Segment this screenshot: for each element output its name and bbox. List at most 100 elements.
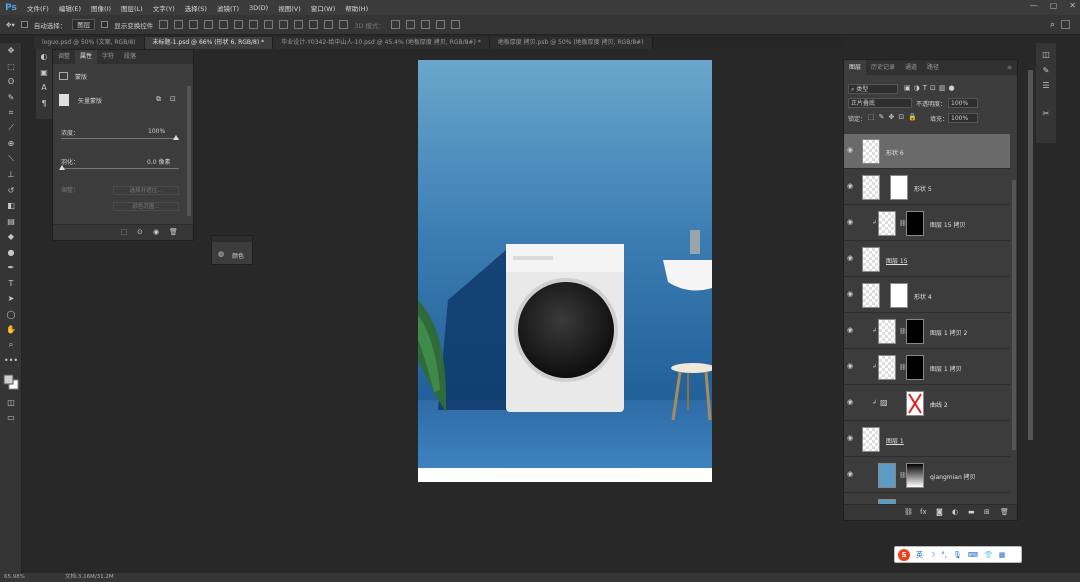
layer-row[interactable]: ◉ ↲ ⛓ 图层 15 拷贝: [844, 206, 1010, 241]
visibility-eye-icon[interactable]: ◉: [847, 470, 855, 478]
fill-input[interactable]: 100%: [948, 113, 978, 123]
color-panel-label[interactable]: 颜色: [232, 251, 244, 260]
density-slider[interactable]: [61, 138, 179, 139]
moon-icon[interactable]: ☽: [929, 551, 935, 559]
document-info[interactable]: 文档:3.16M/31.2M: [65, 573, 114, 582]
toggle-mask-icon[interactable]: ◉: [153, 228, 159, 236]
close-button[interactable]: ✕: [1069, 1, 1076, 10]
quick-mask-icon[interactable]: ◫: [0, 395, 22, 411]
delete-mask-icon[interactable]: 🗑: [169, 228, 178, 236]
align-left-icon[interactable]: [204, 20, 214, 29]
layer-row[interactable]: ◉ ↲ ⛓ 图层 1 拷贝: [844, 350, 1010, 385]
distribute-middle-icon[interactable]: [264, 20, 274, 29]
align-bottom-icon[interactable]: [189, 20, 199, 29]
ime-toolbar[interactable]: S 英 ☽ °, 🎙 ⌨ 👕 ▦: [894, 546, 1022, 563]
more-tools-icon[interactable]: •••: [0, 353, 22, 369]
tab-untitled-1[interactable]: 未标题-1.psd @ 66% (形状 6, RGB/8) *: [144, 37, 274, 49]
shirt-icon[interactable]: 👕: [984, 551, 993, 559]
visibility-eye-icon[interactable]: ◉: [847, 254, 855, 262]
panel-menu-icon[interactable]: ≡: [1002, 60, 1017, 75]
fg-bg-color-icon[interactable]: [3, 373, 19, 391]
gradient-tool-icon[interactable]: ▤: [0, 214, 22, 230]
layer-row[interactable]: ◉ ↲ ▨ 曲线 2: [844, 386, 1010, 421]
tab-adjustments[interactable]: 调整: [53, 50, 75, 64]
menu-help[interactable]: 帮助(H): [340, 3, 373, 13]
menu-filter[interactable]: 滤镜(T): [212, 3, 244, 13]
apply-mask-icon[interactable]: ⊙: [137, 228, 143, 236]
screen-mode-icon[interactable]: ▭: [0, 410, 22, 426]
grid-icon[interactable]: ▦: [999, 551, 1006, 559]
tab-history[interactable]: 历史记录: [866, 60, 900, 75]
3d-slide-icon[interactable]: [435, 20, 445, 29]
layer-row[interactable]: [844, 494, 1010, 504]
workspace-icon[interactable]: [1061, 20, 1070, 29]
layer-name[interactable]: 图层 1 拷贝: [930, 364, 962, 373]
auto-align-icon[interactable]: [339, 20, 349, 29]
opacity-input[interactable]: 100%: [948, 98, 978, 108]
type-tool-icon[interactable]: T: [0, 276, 22, 292]
visibility-eye-icon[interactable]: ◉: [847, 182, 855, 190]
layer-name[interactable]: 曲线 2: [930, 400, 948, 409]
layer-row[interactable]: ◉ ⛓ qiangmian 拷贝: [844, 458, 1010, 493]
color-range-button[interactable]: 颜色范围...: [113, 202, 179, 211]
adjustment-layer-icon[interactable]: ◐: [952, 508, 958, 516]
punctuation-icon[interactable]: °,: [941, 551, 947, 559]
eraser-tool-icon[interactable]: ◧: [0, 198, 22, 214]
visibility-eye-icon[interactable]: ◉: [847, 290, 855, 298]
distribute-top-icon[interactable]: [249, 20, 259, 29]
tools-icon[interactable]: ✂: [1036, 106, 1056, 122]
delete-layer-icon[interactable]: 🗑: [1000, 508, 1009, 516]
color-swatches-icon[interactable]: [0, 369, 22, 395]
layer-filter-icons[interactable]: ▣◑T⊡▥●: [904, 84, 958, 92]
visibility-eye-icon[interactable]: ◉: [847, 146, 855, 154]
sogou-icon[interactable]: S: [898, 548, 910, 561]
ime-mode-label[interactable]: 英: [916, 550, 923, 560]
brush-tool-icon[interactable]: ⟍: [0, 152, 22, 168]
adjust-sliders-icon[interactable]: ☰: [1036, 78, 1056, 94]
move-tool-icon[interactable]: ✥: [0, 43, 22, 59]
crop-tool-icon[interactable]: ⌗: [0, 105, 22, 121]
layer-name[interactable]: 形状 6: [886, 148, 904, 157]
layer-row[interactable]: ◉ 图层 1: [844, 422, 1010, 457]
healing-brush-tool-icon[interactable]: ⊕: [0, 136, 22, 152]
layer-row[interactable]: ◉ ↲ ⛓ 图层 1 拷贝 2: [844, 314, 1010, 349]
document-canvas[interactable]: [418, 60, 712, 482]
layers-scrollbar[interactable]: [1012, 180, 1016, 450]
show-transform-checkbox[interactable]: [101, 21, 109, 28]
distribute-bottom-icon[interactable]: [279, 20, 289, 29]
tab-graduation[interactable]: 毕业设计-Y0342-给中山人-10.psd @ 45.4% (地板厚度 拷贝,…: [273, 37, 490, 49]
density-slider-handle[interactable]: [173, 135, 179, 140]
layer-row[interactable]: ◉ 形状 5: [844, 170, 1010, 205]
visibility-eye-icon[interactable]: ◉: [847, 434, 855, 442]
align-middle-icon[interactable]: [174, 20, 184, 29]
brush-settings-icon[interactable]: ✎: [1036, 63, 1056, 79]
feather-slider-handle[interactable]: [59, 165, 65, 170]
tab-paragraph[interactable]: 段落: [119, 50, 141, 64]
menu-edit[interactable]: 编辑(E): [54, 3, 86, 13]
feather-value[interactable]: 0.0 像素: [147, 157, 170, 166]
auto-select-checkbox[interactable]: [20, 21, 28, 28]
fx-icon[interactable]: fx: [920, 508, 927, 516]
paragraph-icon[interactable]: ¶: [36, 96, 52, 112]
menu-window[interactable]: 窗口(W): [306, 3, 341, 13]
minimize-button[interactable]: —: [1030, 1, 1038, 10]
lasso-tool-icon[interactable]: ʘ: [0, 74, 22, 90]
dock-scrollbar[interactable]: [1028, 70, 1033, 440]
tab-layers[interactable]: 图层: [844, 60, 867, 75]
eyedropper-tool-icon[interactable]: ⟋: [0, 121, 22, 137]
layer-name[interactable]: 图层 1: [886, 436, 904, 445]
layer-name[interactable]: qiangmian 拷贝: [930, 472, 976, 481]
layer-name[interactable]: 图层 15: [886, 256, 908, 265]
layer-row[interactable]: ◉ 形状 6: [844, 134, 1010, 169]
menu-layer[interactable]: 图层(L): [116, 3, 148, 13]
tab-loguo[interactable]: loguo.psd @ 50% (文案, RGB/8): [34, 37, 145, 49]
dodge-tool-icon[interactable]: ●: [0, 245, 22, 261]
marquee-tool-icon[interactable]: ⬚: [0, 59, 22, 75]
tab-properties[interactable]: 属性: [75, 50, 98, 64]
layer-name[interactable]: 形状 5: [914, 184, 932, 193]
menu-type[interactable]: 文字(Y): [148, 3, 180, 13]
pen-tool-icon[interactable]: ✒: [0, 260, 22, 276]
link-layers-icon[interactable]: ⛓: [904, 508, 913, 516]
visibility-eye-icon[interactable]: ◉: [847, 218, 855, 226]
mic-icon[interactable]: 🎙: [953, 551, 962, 559]
